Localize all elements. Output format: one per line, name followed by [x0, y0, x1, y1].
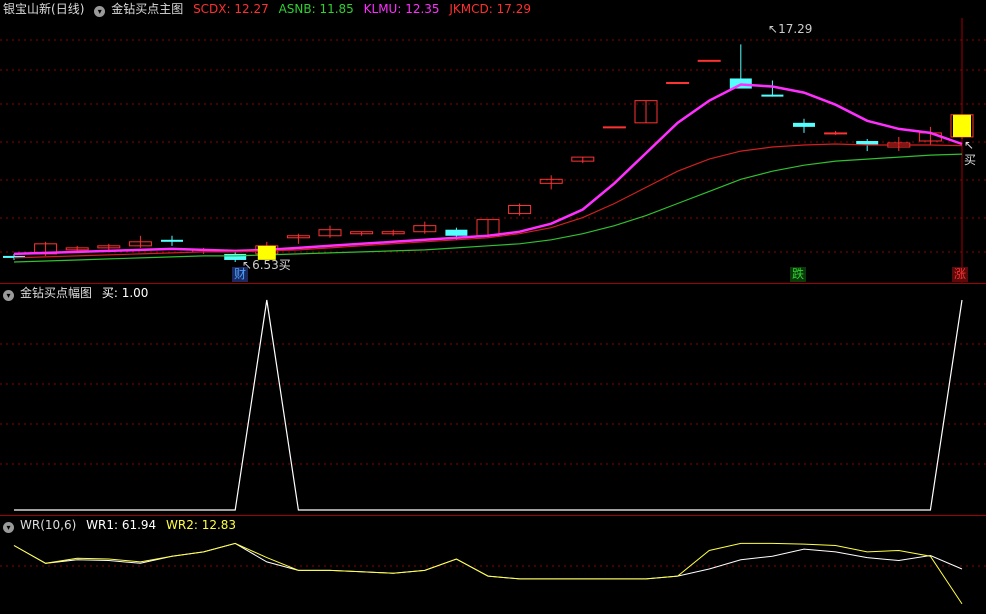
indicator-scdx: SCDX: 12.27 — [193, 2, 269, 16]
ma-line-scdx — [13, 143, 963, 259]
indicator-name[interactable]: 金钻买点主图 — [111, 2, 183, 16]
main-chart-header: 银宝山新(日线) ▾ 金钻买点主图 SCDX: 12.27 ASNB: 11.85… — [3, 0, 537, 18]
buy-tag-right-label: 买 — [964, 153, 977, 167]
collapse-icon[interactable]: ▾ — [94, 6, 106, 17]
wr-title[interactable]: WR(10,6) — [20, 518, 76, 532]
wr1-value: WR1: 61.94 — [86, 518, 157, 532]
candle-body — [602, 126, 626, 129]
candle-body — [793, 122, 815, 127]
candle-body — [445, 229, 468, 236]
wr-line-wr2 — [13, 542, 963, 605]
signal-zhang: 涨 — [952, 267, 969, 282]
signal-die: 跌 — [790, 267, 807, 282]
buy-signal-header: ▾ 金钻买点幅图 买: 1.00 — [3, 284, 154, 302]
signal-cai: 财 — [232, 267, 249, 282]
buy-tag-label: 买 — [278, 258, 291, 272]
ma-line-asnb — [13, 153, 963, 263]
high-price-marker: ↖17.29 — [768, 22, 813, 36]
buy-signal-panel: ▾ 金钻买点幅图 买: 1.00 — [0, 284, 986, 515]
wr-line-wr1 — [13, 542, 963, 580]
indicator-klmu: KLMU: 12.35 — [363, 2, 440, 16]
indicator-jkmcd: JKMCD: 17.29 — [449, 2, 531, 16]
collapse-icon[interactable]: ▾ — [3, 522, 14, 533]
high-price-value: 17.29 — [778, 22, 813, 36]
candle-body — [161, 239, 183, 242]
stock-name[interactable]: 银宝山新 — [3, 2, 51, 16]
candle-body — [666, 82, 690, 85]
wr2-value: WR2: 12.83 — [166, 518, 237, 532]
collapse-icon[interactable]: ▾ — [3, 290, 14, 301]
candle-body — [697, 59, 721, 62]
sub1-value: 买: 1.00 — [101, 286, 149, 300]
main-chart-canvas — [0, 18, 986, 283]
candle-body — [824, 132, 848, 135]
buy-tag-right: ↖买 — [964, 138, 977, 167]
buy-signal-canvas — [0, 299, 986, 511]
wr-header: ▾ WR(10,6) WR1: 61.94 WR2: 12.83 — [3, 516, 242, 534]
indicator-asnb: ASNB: 11.85 — [278, 2, 354, 16]
low-price-value: 6.53 — [252, 258, 279, 272]
candle-body — [761, 94, 784, 97]
sub1-title[interactable]: 金钻买点幅图 — [20, 286, 92, 300]
wr-panel: ▾ WR(10,6) WR1: 61.94 WR2: 12.83 — [0, 516, 986, 614]
main-chart-panel: 银宝山新(日线) ▾ 金钻买点主图 SCDX: 12.27 ASNB: 11.85… — [0, 0, 986, 283]
buy-box — [953, 114, 971, 137]
period-label: (日线) — [51, 2, 85, 16]
buy-signal-line — [14, 299, 963, 511]
